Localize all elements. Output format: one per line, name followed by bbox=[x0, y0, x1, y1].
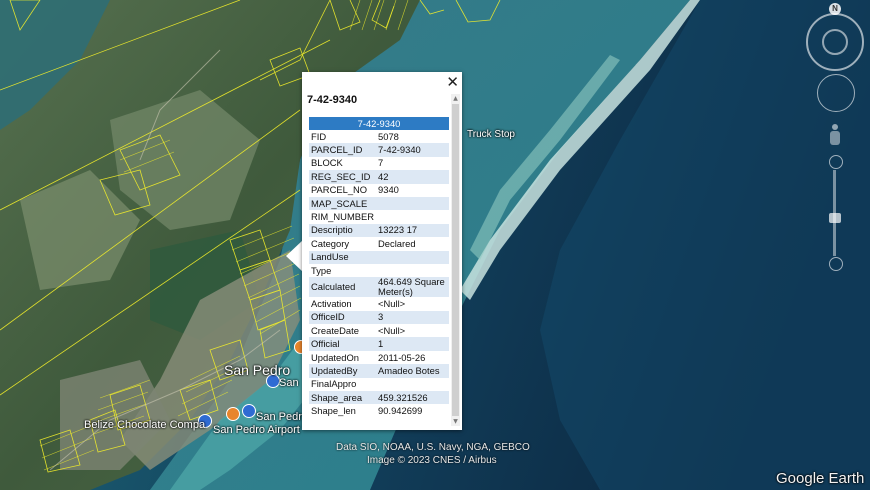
attribute-key: Calculated bbox=[309, 277, 377, 298]
attribute-value: 9340 bbox=[378, 184, 399, 196]
attribute-key: Shape_len bbox=[311, 405, 356, 417]
attribute-key: Descriptio bbox=[309, 223, 377, 238]
attribute-key: PARCEL_NO bbox=[311, 184, 368, 196]
attribute-key: FID bbox=[311, 130, 327, 142]
table-row: LandUse bbox=[309, 250, 449, 264]
look-compass[interactable] bbox=[806, 13, 864, 71]
attribute-value: 2011-05-26 bbox=[378, 351, 426, 363]
table-row: Descriptio 13223 17 bbox=[309, 223, 449, 238]
attribute-value bbox=[376, 264, 449, 277]
zoom-slider[interactable] bbox=[828, 155, 843, 271]
table-row: FinalAppro bbox=[309, 378, 449, 391]
attribute-key: BLOCK bbox=[311, 157, 343, 169]
attribute-key: OfficeID bbox=[309, 310, 377, 325]
attribute-value: 459.321526 bbox=[376, 391, 449, 405]
zoom-out-icon[interactable] bbox=[829, 257, 843, 271]
attribute-key: Official bbox=[309, 337, 377, 351]
attribute-key: UpdatedOn bbox=[311, 351, 359, 363]
attribute-value: 7 bbox=[378, 157, 384, 169]
attribute-value: 5078 bbox=[378, 130, 399, 142]
table-row: RIM_NUMBER bbox=[309, 210, 449, 223]
table-row: UpdatedBy Amadeo Botes bbox=[309, 364, 449, 378]
attribute-key: CreateDate bbox=[311, 324, 359, 336]
attribute-value: 464.649 Square Meter(s) bbox=[376, 277, 449, 298]
table-row: Official 1 bbox=[309, 337, 449, 351]
table-row: Category Declared bbox=[309, 237, 449, 250]
parcel-info-popup: ✕ 7-42-9340 ▲ ▼ 7-42-9340 FID 5078 PARCEL_… bbox=[302, 72, 462, 430]
attribute-key: REG_SEC_ID bbox=[309, 170, 377, 184]
map-label-belize-chocolate[interactable]: Belize Chocolate Compa bbox=[84, 419, 205, 431]
street-view-pegman-icon[interactable] bbox=[830, 124, 840, 146]
popup-pointer bbox=[286, 240, 303, 272]
table-row: BLOCK 7 bbox=[309, 157, 449, 170]
attribute-key: RIM_NUMBER bbox=[311, 211, 375, 223]
map-label-san-pedro-2[interactable]: San Pedr bbox=[256, 411, 302, 423]
poi-marker-blue[interactable] bbox=[242, 404, 256, 418]
scroll-down-arrow-icon[interactable]: ▼ bbox=[451, 417, 460, 426]
table-row: Shape_area 459.321526 bbox=[309, 391, 449, 405]
table-row: CreateDate <Null> bbox=[309, 324, 449, 337]
attribute-key: PARCEL_ID bbox=[309, 143, 377, 157]
scroll-up-arrow-icon[interactable]: ▲ bbox=[451, 94, 460, 103]
imagery-credit: Image © 2023 CNES / Airbus bbox=[367, 455, 497, 466]
attribute-value: 90.942699 bbox=[378, 405, 423, 417]
attribute-value bbox=[376, 378, 449, 391]
table-row: FID 5078 bbox=[309, 130, 449, 143]
attribute-key: MAP_SCALE bbox=[309, 196, 377, 211]
attribute-value: 7-42-9340 bbox=[376, 143, 449, 157]
attribute-key: FinalAppro bbox=[311, 378, 357, 390]
table-row: Calculated 464.649 Square Meter(s) bbox=[309, 277, 449, 298]
attribute-value bbox=[376, 210, 449, 223]
attribute-value: <Null> bbox=[378, 324, 406, 336]
attribute-key: LandUse bbox=[309, 250, 377, 264]
map-data-credit: Data SIO, NOAA, U.S. Navy, NGA, GEBCO bbox=[336, 442, 530, 453]
attribute-key: Activation bbox=[311, 297, 352, 309]
table-row: PARCEL_ID 7-42-9340 bbox=[309, 143, 449, 157]
map-label-san-partial[interactable]: San bbox=[279, 377, 299, 389]
map-label-san-pedro-airport[interactable]: San Pedro Airport bbox=[213, 424, 300, 436]
attribute-value: 3 bbox=[376, 310, 449, 325]
attribute-value: 13223 17 bbox=[376, 223, 449, 238]
table-row: UpdatedOn 2011-05-26 bbox=[309, 351, 449, 364]
table-row: Type bbox=[309, 264, 449, 277]
table-row: PARCEL_NO 9340 bbox=[309, 184, 449, 197]
zoom-in-icon[interactable] bbox=[829, 155, 843, 169]
attribute-value: 1 bbox=[376, 337, 449, 351]
google-earth-logo: Google Earth bbox=[776, 470, 865, 487]
table-row: Shape_len 90.942699 bbox=[309, 404, 449, 417]
attribute-value: Amadeo Botes bbox=[376, 364, 449, 378]
scrollbar-thumb[interactable] bbox=[452, 104, 459, 416]
poi-marker-orange[interactable] bbox=[226, 407, 240, 421]
table-row: REG_SEC_ID 42 bbox=[309, 170, 449, 184]
attribute-value: 42 bbox=[376, 170, 449, 184]
map-label-san-pedro[interactable]: San Pedro bbox=[224, 362, 290, 378]
attribute-key: Shape_area bbox=[309, 391, 377, 405]
attribute-value bbox=[376, 196, 449, 211]
attribute-table-header: 7-42-9340 bbox=[309, 117, 449, 130]
table-row: MAP_SCALE bbox=[309, 196, 449, 211]
attribute-key: Type bbox=[311, 264, 332, 276]
close-icon[interactable]: ✕ bbox=[446, 74, 459, 90]
attribute-key: UpdatedBy bbox=[309, 364, 377, 378]
zoom-slider-handle[interactable] bbox=[829, 213, 841, 223]
attribute-table: 7-42-9340 FID 5078 PARCEL_ID 7-42-9340 BLOCK… bbox=[309, 117, 449, 418]
attribute-key: Category bbox=[311, 237, 350, 249]
attribute-value bbox=[376, 250, 449, 264]
map-label-truck-stop[interactable]: Truck Stop bbox=[467, 129, 515, 140]
move-joystick[interactable] bbox=[817, 74, 855, 112]
table-row: Activation <Null> bbox=[309, 297, 449, 310]
popup-scrollbar[interactable]: ▲ ▼ bbox=[451, 94, 460, 426]
popup-title: 7-42-9340 bbox=[307, 94, 358, 106]
attribute-value: <Null> bbox=[378, 297, 406, 309]
table-row: OfficeID 3 bbox=[309, 310, 449, 325]
attribute-value: Declared bbox=[378, 237, 416, 249]
